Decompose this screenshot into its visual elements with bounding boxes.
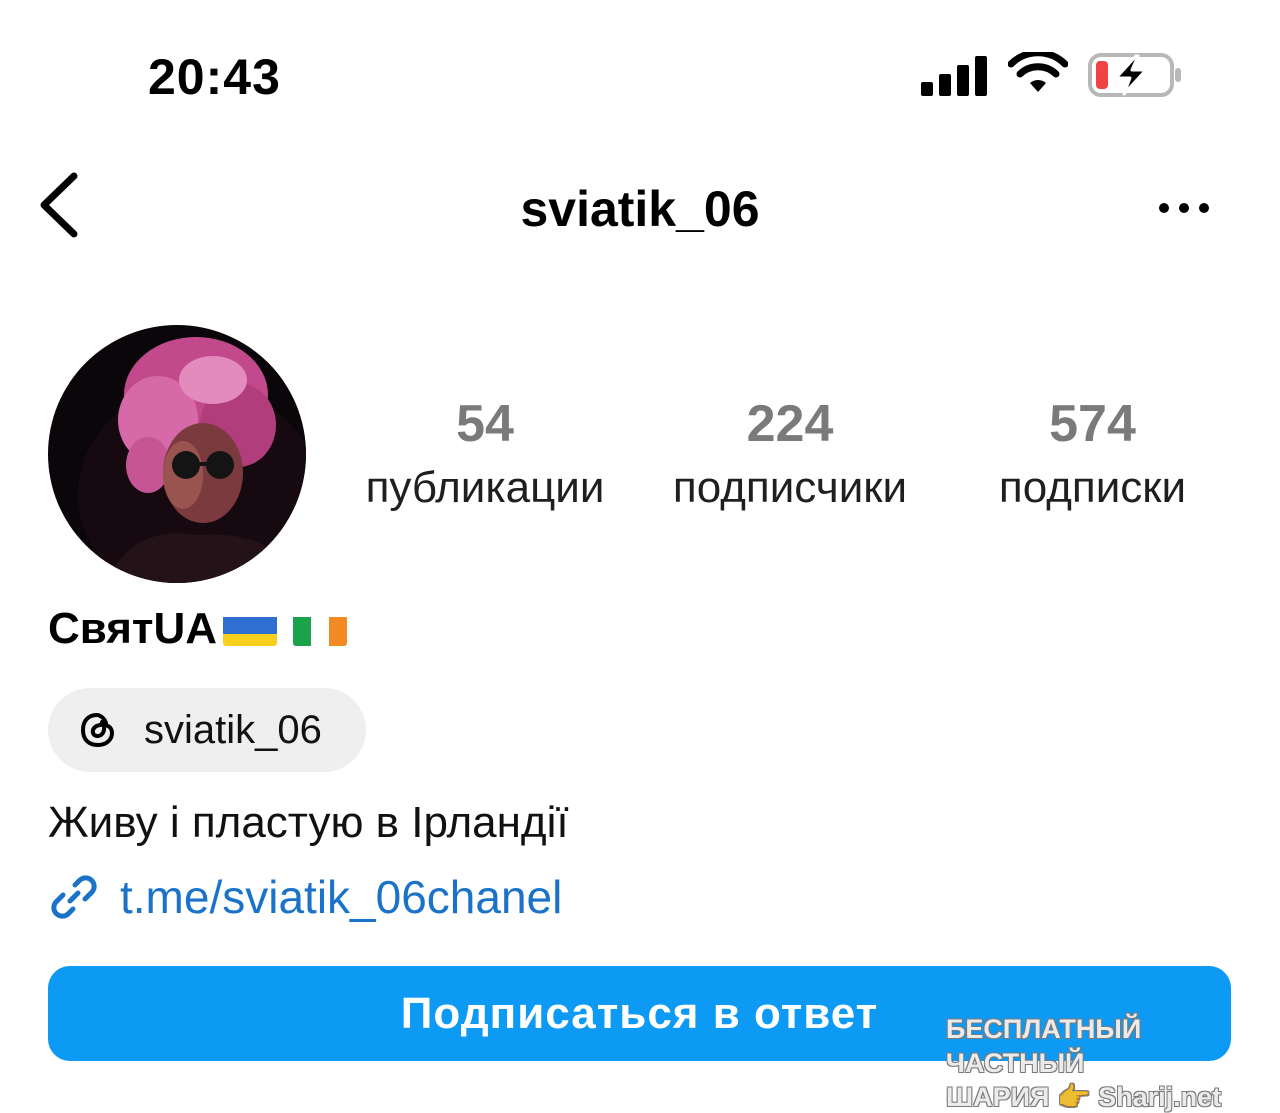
cellular-signal-icon — [921, 56, 987, 96]
threads-handle: sviatik_06 — [144, 707, 322, 752]
threads-profile-badge[interactable]: sviatik_06 — [48, 688, 366, 772]
stat-following-count: 574 — [1049, 395, 1136, 453]
profile-link[interactable]: t.me/sviatik_06chanel — [48, 870, 562, 924]
stat-followers[interactable]: 224 подписчики — [650, 394, 930, 518]
watermark: БЕСПЛАТНЫЙ ЧАСТНЫЙ ШАРИЯ 👉 Sharij.net — [946, 1012, 1280, 1113]
stat-following[interactable]: 574 подписки — [955, 394, 1230, 518]
profile-link-text: t.me/sviatik_06chanel — [120, 871, 563, 923]
avatar-photo — [48, 325, 306, 583]
ukraine-flag-icon — [223, 612, 278, 646]
profile-username-title: sviatik_06 — [520, 181, 760, 237]
watermark-line1: БЕСПЛАТНЫЙ ЧАСТНЫЙ — [946, 1014, 1142, 1078]
stat-followers-label: подписчики — [672, 463, 908, 512]
profile-display-name-row: СвятUA — [48, 604, 348, 654]
stat-posts-count: 54 — [456, 395, 514, 453]
more-options-icon[interactable] — [1158, 198, 1210, 218]
ireland-flag-icon — [293, 612, 348, 646]
profile-screen: 20:43 sviatik_06 54 публикации 224 подпи… — [0, 0, 1280, 1113]
threads-icon — [80, 712, 115, 748]
status-time: 20:43 — [148, 49, 281, 105]
stat-followers-count: 224 — [746, 395, 834, 453]
wifi-icon — [1008, 52, 1068, 92]
battery-charging-icon — [1088, 53, 1181, 97]
stat-following-label: подписки — [998, 463, 1187, 512]
stat-posts-label: публикации — [365, 463, 605, 512]
profile-bio: Живу і пластую в Ірландії — [48, 798, 569, 847]
watermark-line2: ШАРИЯ 👉 Sharij.net — [946, 1082, 1222, 1112]
link-icon — [51, 875, 97, 919]
profile-avatar[interactable] — [48, 325, 306, 583]
profile-display-name: СвятUA — [48, 604, 218, 653]
stat-posts[interactable]: 54 публикации — [345, 394, 625, 518]
